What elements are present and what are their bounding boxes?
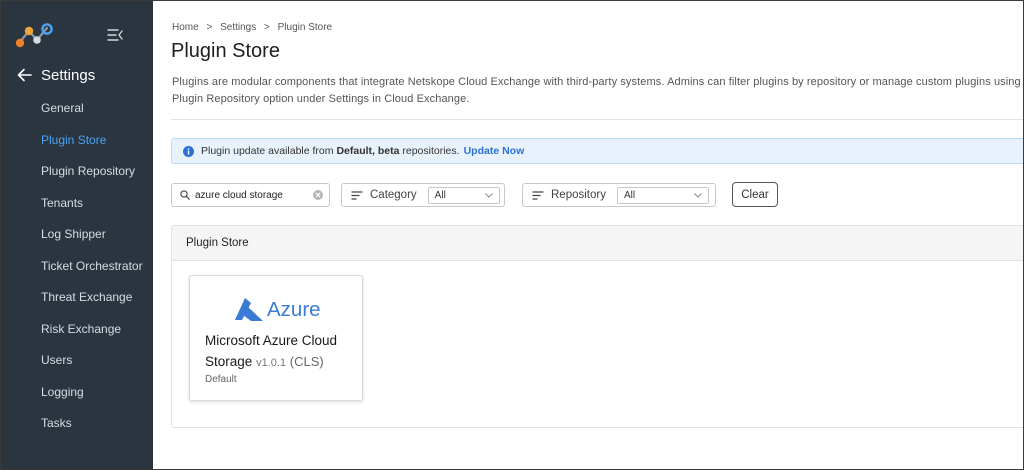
- plugin-type: (CLS): [289, 354, 324, 369]
- search-input[interactable]: azure cloud storage: [171, 183, 330, 207]
- repository-label: Repository: [551, 189, 606, 201]
- category-selected-value: All: [434, 189, 446, 201]
- sidebar-item-general[interactable]: General: [1, 93, 153, 125]
- repository-selected-value: All: [623, 189, 636, 201]
- settings-back-link[interactable]: Settings: [17, 65, 95, 85]
- settings-nav: General Plugin Store Plugin Repository T…: [1, 93, 153, 440]
- banner-repos: Default, beta: [336, 145, 400, 157]
- app-window: Settings General Plugin Store Plugin Rep…: [0, 0, 1024, 470]
- banner-prefix: Plugin update available from: [201, 145, 334, 157]
- sidebar-item-plugin-store[interactable]: Plugin Store: [1, 125, 153, 157]
- sidebar-item-tasks[interactable]: Tasks: [1, 408, 153, 440]
- sidebar-item-ticket-orchestrator[interactable]: Ticket Orchestrator: [1, 251, 153, 283]
- plugin-version: v1.0.1: [256, 357, 287, 369]
- sidebar: Settings General Plugin Store Plugin Rep…: [1, 1, 153, 469]
- repository-select[interactable]: All: [616, 186, 709, 204]
- netskope-logo-icon[interactable]: [15, 23, 53, 49]
- sidebar-item-plugin-repository[interactable]: Plugin Repository: [1, 156, 153, 188]
- filter-icon: [532, 190, 544, 200]
- plugin-name: Microsoft Azure Cloud Storage v1.0.1 (CL…: [205, 330, 355, 374]
- azure-logo: Azure: [231, 296, 321, 324]
- sidebar-item-tenants[interactable]: Tenants: [1, 188, 153, 220]
- plugin-card-azure-cloud-storage[interactable]: Azure Microsoft Azure Cloud Storage v1.0…: [189, 275, 363, 401]
- repository-filter: Repository All: [522, 183, 716, 207]
- sidebar-item-users[interactable]: Users: [1, 345, 153, 377]
- breadcrumb: Home > Settings > Plugin Store: [172, 22, 337, 33]
- azure-logo-icon: [235, 298, 263, 321]
- clear-filters-button[interactable]: Clear: [732, 182, 778, 207]
- sidebar-item-logging[interactable]: Logging: [1, 377, 153, 409]
- clear-search-icon[interactable]: [313, 190, 323, 200]
- collapse-menu-icon[interactable]: [107, 28, 123, 42]
- breadcrumb-home[interactable]: Home: [172, 22, 199, 33]
- chevron-down-icon: [484, 192, 493, 198]
- plugin-store-panel: Plugin Store Azure Microsoft Azure Cloud…: [171, 225, 1023, 428]
- search-value[interactable]: azure cloud storage: [195, 190, 313, 201]
- breadcrumb-separator: >: [206, 22, 213, 33]
- update-now-link[interactable]: Update Now: [464, 145, 525, 157]
- plugin-store-heading: Plugin Store: [172, 226, 1023, 261]
- plugin-repository: Default: [205, 374, 237, 385]
- azure-logo-text: Azure: [267, 298, 321, 321]
- page-title: Plugin Store: [171, 40, 280, 62]
- chevron-down-icon: [694, 192, 702, 198]
- settings-title: Settings: [41, 66, 96, 84]
- info-icon: [183, 145, 194, 157]
- category-filter: Category All: [341, 183, 505, 207]
- header-divider: [171, 119, 1023, 120]
- breadcrumb-settings[interactable]: Settings: [220, 22, 256, 33]
- arrow-left-icon: [17, 68, 32, 82]
- sidebar-item-log-shipper[interactable]: Log Shipper: [1, 219, 153, 251]
- main-content: Home > Settings > Plugin Store Plugin St…: [154, 1, 1024, 469]
- page-description: Plugins are modular components that inte…: [172, 76, 1024, 105]
- banner-suffix: repositories.: [402, 145, 460, 157]
- category-label: Category: [370, 189, 417, 201]
- filter-icon: [351, 190, 363, 200]
- sidebar-item-risk-exchange[interactable]: Risk Exchange: [1, 314, 153, 346]
- breadcrumb-current: Plugin Store: [277, 22, 333, 33]
- sidebar-item-threat-exchange[interactable]: Threat Exchange: [1, 282, 153, 314]
- category-select[interactable]: All: [427, 186, 500, 204]
- update-banner: Plugin update available from Default, be…: [171, 138, 1023, 164]
- breadcrumb-separator: >: [264, 22, 270, 33]
- search-icon: [180, 190, 190, 200]
